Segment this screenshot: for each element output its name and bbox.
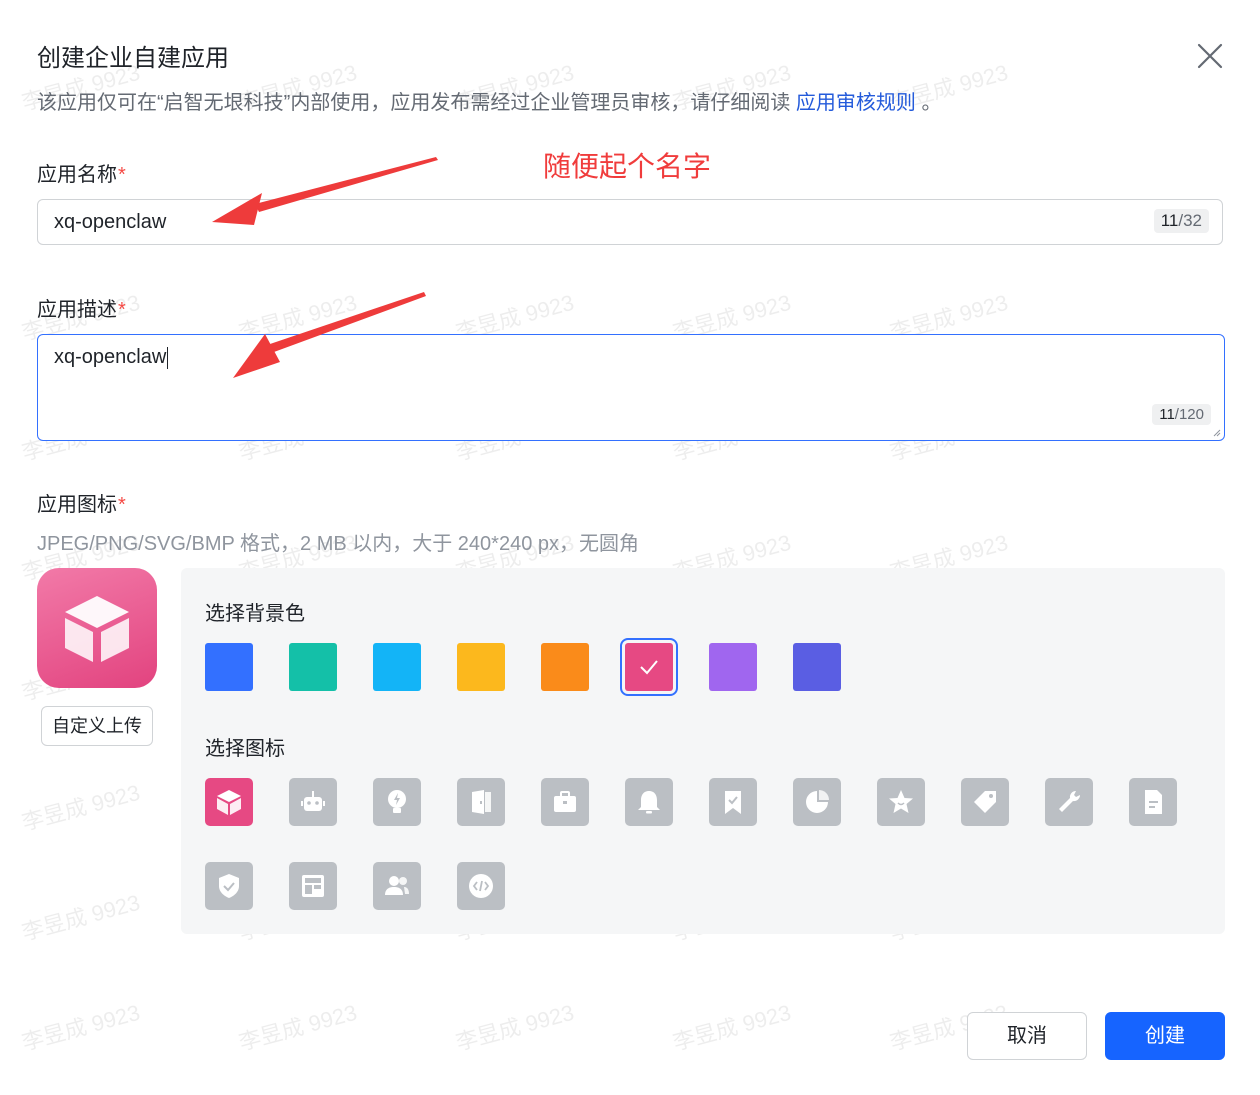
app-name-input[interactable]: xq-openclaw 11/32 [37, 199, 1223, 245]
app-name-counter: 11/32 [1153, 209, 1209, 233]
icon-option[interactable] [457, 862, 505, 910]
close-icon[interactable] [1196, 42, 1224, 70]
app-desc-value: xq-openclaw [54, 346, 169, 369]
app-desc-count: 11 [1159, 406, 1175, 423]
icon-option[interactable] [205, 778, 253, 826]
resize-handle-icon[interactable] [1211, 427, 1221, 437]
app-icon-label: 应用图标* [37, 488, 126, 517]
icon-option[interactable] [625, 778, 673, 826]
app-name-max: /32 [1178, 211, 1202, 230]
code-icon [469, 874, 493, 898]
icon-option[interactable] [373, 862, 421, 910]
app-desc-textarea[interactable]: xq-openclaw 11/120 [37, 334, 1225, 441]
subtitle-text: 该应用仅可在“启智无垠科技”内部使用，应用发布需经过企业管理员审核，请仔细阅读 [37, 92, 796, 114]
wrench-icon [1059, 790, 1081, 812]
icon-option[interactable] [961, 778, 1009, 826]
dashboard-icon [302, 875, 324, 897]
app-desc-label-text: 应用描述 [37, 299, 117, 321]
tag-icon [974, 791, 996, 813]
color-swatch[interactable] [457, 643, 505, 691]
icon-option[interactable] [205, 862, 253, 910]
watermark-text: 李昱成 9923 [453, 999, 577, 1056]
bg-color-label: 选择背景色 [205, 603, 305, 625]
briefcase-icon [554, 791, 576, 812]
color-swatch[interactable] [541, 643, 589, 691]
app-name-count: 11 [1160, 211, 1179, 230]
icon-option[interactable] [709, 778, 757, 826]
annotation-text: 随便起个名字 [543, 151, 712, 182]
icon-format-hint: JPEG/PNG/SVG/BMP 格式，2 MB 以内，大于 240*240 p… [37, 533, 640, 555]
custom-upload-button[interactable]: 自定义上传 [41, 706, 153, 746]
app-icon-preview [37, 568, 157, 688]
watermark-text: 李昱成 9923 [19, 889, 143, 946]
app-name-label: 应用名称* [37, 158, 126, 187]
star-icon [889, 790, 913, 813]
watermark-text: 李昱成 9923 [19, 999, 143, 1056]
icon-option[interactable] [1045, 778, 1093, 826]
icon-option[interactable] [457, 778, 505, 826]
robot-icon [301, 791, 325, 811]
icon-option[interactable] [541, 778, 589, 826]
color-swatch[interactable] [709, 643, 757, 691]
pie-chart-icon [806, 790, 829, 813]
icon-grid [205, 778, 1225, 910]
icon-option[interactable] [877, 778, 925, 826]
app-desc-label: 应用描述* [37, 293, 126, 322]
color-swatch[interactable] [793, 643, 841, 691]
users-icon [385, 876, 409, 895]
bookmark-check-icon [725, 791, 741, 814]
app-icon-label-text: 应用图标 [37, 494, 117, 516]
document-icon [1145, 790, 1162, 814]
icon-option[interactable] [793, 778, 841, 826]
dialog-subtitle: 该应用仅可在“启智无垠科技”内部使用，应用发布需经过企业管理员审核，请仔细阅读 … [37, 86, 941, 115]
watermark-text: 李昱成 9923 [236, 999, 360, 1056]
app-desc-text: xq-openclaw [54, 346, 167, 368]
color-swatch[interactable] [620, 638, 678, 696]
required-mark: * [118, 299, 126, 321]
app-desc-counter: 11/120 [1152, 404, 1211, 425]
subtitle-suffix: 。 [915, 92, 942, 114]
check-icon [640, 660, 658, 675]
app-name-label-text: 应用名称 [37, 164, 117, 186]
cube-icon [65, 596, 129, 662]
icon-choice-label: 选择图标 [205, 738, 285, 760]
watermark-text: 李昱成 9923 [670, 999, 794, 1056]
create-button[interactable]: 创建 [1105, 1012, 1225, 1060]
review-rules-link[interactable]: 应用审核规则 [796, 92, 916, 114]
icon-option[interactable] [373, 778, 421, 826]
app-desc-max: /120 [1174, 406, 1204, 423]
color-swatch[interactable] [373, 643, 421, 691]
door-icon [472, 790, 491, 814]
cube-icon [217, 790, 241, 815]
lightbulb-icon [388, 790, 406, 813]
icon-option[interactable] [289, 778, 337, 826]
color-swatch[interactable] [205, 643, 253, 691]
text-caret [167, 346, 169, 369]
required-mark: * [118, 494, 126, 516]
icon-option[interactable] [289, 862, 337, 910]
shield-check-icon [219, 874, 239, 898]
bell-icon [638, 791, 660, 814]
color-swatch[interactable] [289, 643, 337, 691]
icon-option[interactable] [1129, 778, 1177, 826]
watermark-text: 李昱成 9923 [19, 779, 143, 836]
cancel-button[interactable]: 取消 [967, 1012, 1087, 1060]
app-name-value: xq-openclaw [54, 211, 167, 233]
color-swatch-row [205, 638, 841, 696]
required-mark: * [118, 164, 126, 186]
dialog-title: 创建企业自建应用 [37, 45, 229, 72]
